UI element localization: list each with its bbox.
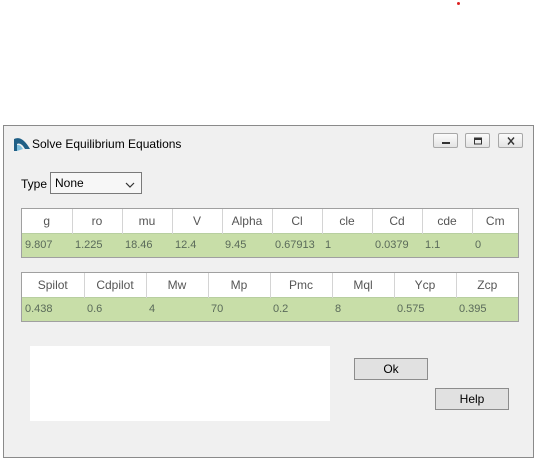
grid2-cell[interactable]: 70: [208, 296, 270, 321]
grid1-cell[interactable]: 9.807: [22, 232, 72, 257]
parameters-grid-1: g ro mu V Alpha Cl cle Cd cde Cm 9.807 1…: [21, 208, 519, 258]
grid1-header[interactable]: Alpha: [222, 209, 273, 233]
grid1-header-row: g ro mu V Alpha Cl cle Cd cde Cm: [22, 209, 518, 233]
title-bar[interactable]: Solve Equilibrium Equations: [4, 126, 533, 158]
grid2-header[interactable]: Cdpilot: [84, 273, 147, 297]
grid1-header[interactable]: V: [172, 209, 223, 233]
grid1-header[interactable]: Cd: [372, 209, 423, 233]
grid1-header[interactable]: Cl: [272, 209, 323, 233]
parameters-grid-2: Spilot Cdpilot Mw Mp Pmc Mql Ycp Zcp 0.4…: [21, 272, 519, 322]
grid2-header[interactable]: Spilot: [22, 273, 85, 297]
grid2-cell[interactable]: 4: [146, 296, 208, 321]
grid1-header[interactable]: mu: [122, 209, 173, 233]
maximize-icon: [473, 134, 483, 148]
close-icon: [506, 134, 516, 148]
grid1-header[interactable]: ro: [72, 209, 123, 233]
grid1-header[interactable]: Cm: [472, 209, 518, 233]
type-label: Type: [21, 177, 48, 191]
grid1-header[interactable]: cde: [422, 209, 473, 233]
grid2-header[interactable]: Mw: [146, 273, 209, 297]
output-text-area[interactable]: [30, 346, 330, 421]
close-button[interactable]: [498, 133, 523, 148]
grid2-cell[interactable]: 0.438: [22, 296, 84, 321]
dialog-window: Solve Equilibrium Equations Type None g …: [3, 125, 534, 458]
ok-button[interactable]: Ok: [354, 358, 428, 380]
grid2-cell[interactable]: 0.2: [270, 296, 332, 321]
grid1-cell[interactable]: 0.67913: [272, 232, 322, 257]
type-select-value: None: [55, 176, 84, 190]
grid2-header[interactable]: Mp: [208, 273, 271, 297]
grid1-cell[interactable]: 1: [322, 232, 372, 257]
grid1-cell[interactable]: 0.0379: [372, 232, 422, 257]
red-marker-dot: [457, 2, 460, 5]
grid2-cell[interactable]: 8: [332, 296, 394, 321]
grid2-cell[interactable]: 0.6: [84, 296, 146, 321]
grid1-cell[interactable]: 12.4: [172, 232, 222, 257]
type-select[interactable]: None: [50, 172, 142, 194]
help-button[interactable]: Help: [435, 388, 509, 410]
grid2-header[interactable]: Zcp: [456, 273, 518, 297]
app-logo-icon: [13, 136, 31, 152]
chevron-down-icon: [125, 178, 135, 188]
grid1-cell[interactable]: 1.1: [422, 232, 472, 257]
grid2-header-row: Spilot Cdpilot Mw Mp Pmc Mql Ycp Zcp: [22, 273, 518, 297]
grid1-cell[interactable]: 1.225: [72, 232, 122, 257]
grid1-cell[interactable]: 0: [472, 232, 518, 257]
grid2-header[interactable]: Pmc: [270, 273, 333, 297]
grid1-value-row: 9.807 1.225 18.46 12.4 9.45 0.67913 1 0.…: [22, 232, 518, 257]
grid2-cell[interactable]: 0.575: [394, 296, 456, 321]
grid2-value-row: 0.438 0.6 4 70 0.2 8 0.575 0.395: [22, 296, 518, 321]
grid2-cell[interactable]: 0.395: [456, 296, 518, 321]
grid1-header[interactable]: cle: [322, 209, 373, 233]
minimize-icon: [441, 134, 451, 148]
minimize-button[interactable]: [433, 133, 458, 148]
grid2-header[interactable]: Ycp: [394, 273, 457, 297]
window-title: Solve Equilibrium Equations: [32, 137, 182, 151]
maximize-button[interactable]: [465, 133, 490, 148]
grid1-header[interactable]: g: [22, 209, 73, 233]
grid2-header[interactable]: Mql: [332, 273, 395, 297]
grid1-cell[interactable]: 9.45: [222, 232, 272, 257]
grid1-cell[interactable]: 18.46: [122, 232, 172, 257]
